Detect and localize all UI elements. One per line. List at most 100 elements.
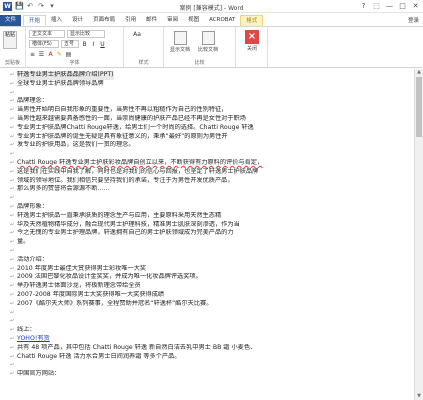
undo-icon[interactable]: ↶: [26, 2, 34, 10]
tab-insert[interactable]: 插入: [46, 15, 67, 26]
paste-button[interactable]: 粘贴: [3, 31, 17, 49]
close-window-button[interactable]: ✕: [410, 1, 421, 11]
tab-design[interactable]: 设计: [67, 15, 88, 26]
tab-format[interactable]: 格式: [240, 15, 264, 26]
paragraph-text: 共有 48 项产品，其中包括 Chatti Rouge 轩逸 新自然白洁去乳中男…: [17, 343, 257, 351]
styles-gallery-icon[interactable]: Aa: [127, 31, 147, 38]
paragraph-line: ↵: [10, 89, 410, 98]
document-area[interactable]: ↵ 轩逸专业男士护肤品品牌介绍(PPT) ↵ 全球专业男士护肤品牌领导品牌 ↵ ↵ 品牌理念…: [0, 69, 414, 400]
document-text: ↵ 轩逸专业男士护肤品品牌介绍(PPT) ↵ 全球专业男士护肤品牌领导品牌 ↵ ↵ 品牌理念…: [10, 71, 410, 379]
paragraph-line: ↵ 品牌理念：: [10, 97, 410, 106]
paragraph-text: 2007《酷尔天大师》系列赛事，全程赞助并冠名“轩逸杯”酷尔天比赛。: [17, 299, 213, 307]
paragraph-text: 轩逸男士护肤品一直秉承肤质的理念生产与应用，主要原料采用天然生态精: [17, 211, 222, 219]
paragraph-text: 全球专业男士护肤品牌领导品牌: [17, 79, 104, 87]
paragraph-text: 活动介绍：: [17, 255, 48, 263]
bullets-icon[interactable]: ≡: [29, 51, 36, 58]
paragraph-line: ↵: [10, 150, 410, 159]
close-icon: ×: [245, 30, 259, 44]
paragraph-text: 品牌形象：: [17, 202, 48, 210]
bold-icon[interactable]: B: [81, 41, 88, 48]
paragraph-line: ↵ YOHO!有货: [10, 335, 410, 344]
paragraph-mark-icon: ↵: [10, 212, 15, 219]
paragraph-text: 2009 法国巴黎化妆品设计金奖奖，并成为唯一化妆品牌评选奖项。: [17, 273, 202, 281]
paragraph-mark-icon: ↵: [10, 230, 15, 237]
italic-icon[interactable]: I: [90, 41, 97, 48]
tab-review[interactable]: 审阅: [162, 15, 183, 26]
paragraph-text[interactable]: YOHO!有货: [17, 335, 50, 344]
numbering-icon[interactable]: ☰: [38, 51, 45, 58]
highlight-icon[interactable]: ✎: [56, 51, 63, 58]
paragraph-mark-icon: ↵: [10, 177, 15, 184]
paragraph-mark-icon: ↵: [10, 335, 15, 342]
paragraph-line: ↵ 线上：: [10, 326, 410, 335]
word-logo-icon: W: [3, 1, 12, 11]
underline-icon[interactable]: U: [99, 41, 106, 48]
paragraph-text: 今之无愧的专业男士护理品牌，轩逸拥有自己的男士护肤领域成为完美产品的力: [17, 229, 234, 237]
close-group: × 关闭: [236, 27, 268, 67]
tab-file[interactable]: 文件: [0, 15, 22, 26]
help-button[interactable]: ?: [358, 1, 369, 11]
paragraph-mark-icon: ↵: [10, 256, 15, 263]
paragraph-mark-icon: ↵: [10, 151, 15, 158]
paragraph-mark-icon: ↵: [10, 362, 15, 369]
paragraph-line: ↵: [10, 194, 410, 203]
paragraph-mark-icon: ↵: [10, 283, 15, 290]
tab-view[interactable]: 视图: [183, 15, 204, 26]
document-icon: [173, 31, 187, 45]
style-select[interactable]: 正文文本: [29, 30, 65, 38]
minimize-button[interactable]: —: [384, 1, 395, 11]
paragraph-line: ↵ 活动介绍：: [10, 256, 410, 265]
qat-more-icon[interactable]: ▾: [48, 2, 56, 10]
paragraph-line: ↵ 发专业的护肤用品，这是我们一贯的理念。: [10, 141, 410, 150]
scroll-thumb[interactable]: [416, 77, 422, 137]
tab-references[interactable]: 引用: [120, 15, 141, 26]
paragraph-mark-icon: ↵: [10, 300, 15, 307]
paragraph-mark-icon: ↵: [10, 353, 15, 360]
title-bar: W 💾 ↶ ↷ ▾ 案例 [兼容模式] - Word ? ⬚ — □ ✕: [0, 0, 423, 13]
paragraph-line: ↵ 专业男士护肤品牌的诞生无疑是具有象征意义的，秉承“最好”的原则为男性开: [10, 133, 410, 142]
scroll-down-icon[interactable]: ▼: [415, 393, 423, 400]
scroll-up-icon[interactable]: ▲: [415, 69, 423, 76]
paragraph-mark-icon: ↵: [10, 309, 15, 316]
tab-home[interactable]: 开始: [23, 15, 47, 26]
align-icon[interactable]: ▤: [65, 51, 72, 58]
paragraph-mark-icon: ↵: [10, 221, 15, 228]
maximize-button[interactable]: □: [397, 1, 408, 11]
paragraph-line: ↵ 2010 年度男士最佳大赏获得男士彩妆唯一大奖: [10, 265, 410, 274]
tab-layout[interactable]: 页面布局: [88, 15, 120, 26]
paragraph-text: 量。: [17, 238, 30, 246]
redo-icon[interactable]: ↷: [37, 2, 45, 10]
paragraph-mark-icon: ↵: [10, 133, 15, 140]
vertical-scrollbar[interactable]: ▲ ▼: [414, 69, 423, 400]
paragraph-line: ↵: [10, 361, 410, 370]
paragraph-line: ↵ 当男性开始明白自我形象的重要性，当男性不再以粗糙作为自己的性别特征，: [10, 106, 410, 115]
ribbon-display-button[interactable]: ⬚: [371, 1, 382, 11]
styles-group: Aa 样式: [124, 27, 164, 67]
tab-acrobat[interactable]: ACROBAT: [204, 15, 240, 26]
tab-mailings[interactable]: 邮件: [141, 15, 162, 26]
font-select[interactable]: 楷体(FS): [29, 40, 59, 48]
font-color-icon[interactable]: A: [47, 51, 54, 58]
paragraph-mark-icon: ↵: [10, 107, 15, 114]
paragraph-line: ↵ 共有 48 项产品，其中包括 Chatti Rouge 轩逸 新自然白洁去乳中…: [10, 344, 410, 353]
ribbon: 粘贴 剪贴板 正文文本 显示比较 楷体(FS) 五号 B I U ≡ ☰ A ✎…: [0, 26, 423, 68]
paragraph-mark-icon: ↵: [10, 318, 15, 325]
sign-in-link[interactable]: 登录: [408, 16, 419, 24]
compare-group-label: 比较: [194, 60, 205, 66]
size-select[interactable]: 五号: [61, 40, 79, 48]
paragraph-line: ↵: [10, 247, 410, 256]
paragraph-line: ↵ Chatti Rouge 轩逸专业男士护肤彩妆品牌自创立以来，不断获得有力原料…: [10, 159, 410, 168]
font-group-label: 字体: [69, 60, 80, 66]
ribbon-tabs: 文件 开始 插入 设计 页面布局 引用 邮件 审阅 视图 ACROBAT 格式 …: [0, 13, 423, 26]
display-select[interactable]: 显示比较: [67, 30, 105, 38]
paragraph-mark-icon: ↵: [10, 168, 15, 175]
paragraph-line: ↵ 举办轩逸男士体面沙龙，将极新理念带给全员: [10, 282, 410, 291]
close-side-by-side-button[interactable]: × 关闭: [239, 30, 265, 52]
paragraph-line: ↵ Chatti Rouge 轩逸 活力水合男士日间润养霜 等多个产品。: [10, 353, 410, 362]
save-icon[interactable]: 💾: [15, 2, 24, 10]
paragraph-line: ↵ 当男性越来越需要具备感性的一面，当崇尚健康的护肤产品已经不再是女性对于职场: [10, 115, 410, 124]
paragraph-line: ↵: [10, 309, 410, 318]
paragraph-line: ↵ 全球专业男士护肤品牌领导品牌: [10, 80, 410, 89]
paragraph-mark-icon: ↵: [10, 159, 15, 166]
paragraph-text: 领域的领导地位。我们相信只要坚持我们的承诺，专注于为男性开发优质产品，: [17, 176, 234, 184]
